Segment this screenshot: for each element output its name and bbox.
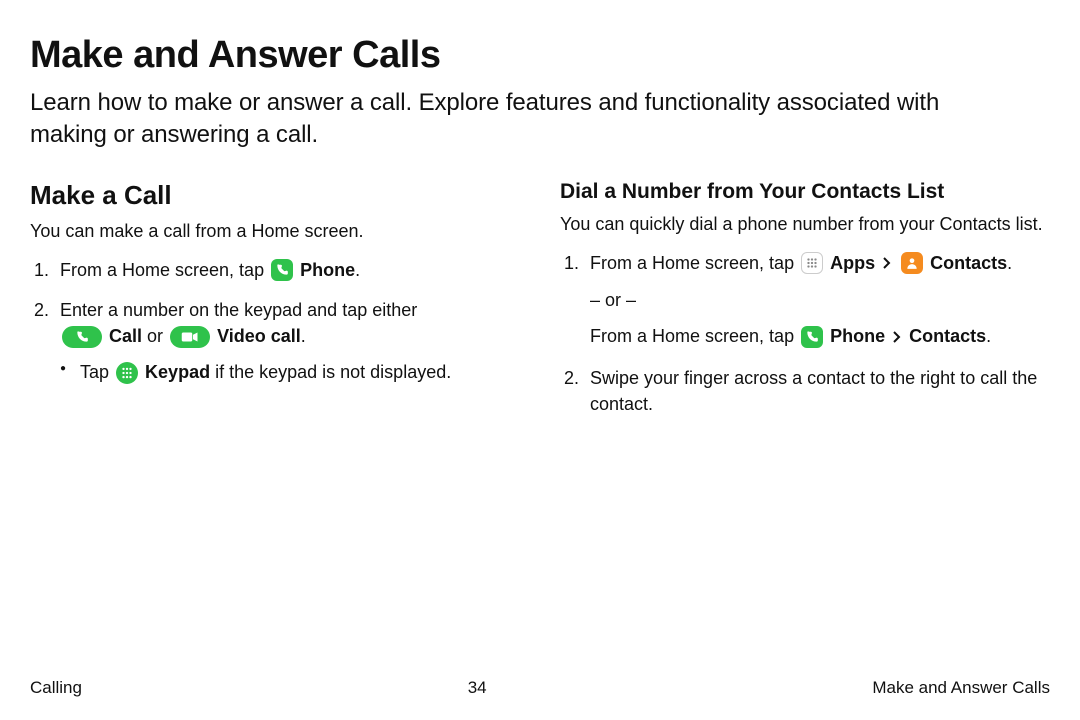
dial-contacts-steps: 1. From a Home screen, tap Apps <box>560 250 1050 417</box>
page-footer: Calling 34 Make and Answer Calls <box>30 678 1050 698</box>
page-intro: Learn how to make or answer a call. Expl… <box>30 87 1010 152</box>
step-number: 2. <box>34 297 49 323</box>
call-icon <box>62 326 102 348</box>
footer-section: Calling <box>30 678 82 698</box>
right-column: Dial a Number from Your Contacts List Yo… <box>560 180 1050 431</box>
step-text-line: Enter a number on the keypad and tap eit… <box>60 300 417 320</box>
phone-icon <box>271 259 293 281</box>
make-a-call-heading: Make a Call <box>30 180 520 211</box>
or-text: or <box>142 326 168 346</box>
bullet-post: if the keypad is not displayed. <box>210 362 451 382</box>
step-text-pre: From a Home screen, tap <box>60 260 269 280</box>
page-title: Make and Answer Calls <box>30 34 1050 77</box>
contacts-icon <box>901 252 923 274</box>
left-column: Make a Call You can make a call from a H… <box>30 180 520 431</box>
call-label: Call <box>109 326 142 346</box>
keypad-icon <box>116 362 138 384</box>
phone-label: Phone <box>300 260 355 280</box>
step-2: 2. Enter a number on the keypad and tap … <box>30 297 520 385</box>
dial-contacts-heading: Dial a Number from Your Contacts List <box>560 180 1050 204</box>
step-text: Swipe your finger across a contact to th… <box>590 368 1037 414</box>
keypad-label: Keypad <box>145 362 210 382</box>
bullet-keypad: Tap Keypad if the keypad is not displaye <box>60 359 520 385</box>
step-text-pre: From a Home screen, tap <box>590 253 799 273</box>
video-call-label: Video call <box>217 326 301 346</box>
apps-label: Apps <box>830 253 875 273</box>
dial-contacts-intro: You can quickly dial a phone number from… <box>560 212 1050 236</box>
make-a-call-intro: You can make a call from a Home screen. <box>30 219 520 243</box>
content-columns: Make a Call You can make a call from a H… <box>30 180 1050 431</box>
chevron-right-icon <box>883 250 891 276</box>
alt-path: From a Home screen, tap Phone Contacts. <box>590 323 1050 350</box>
alt-pre: From a Home screen, tap <box>590 326 799 346</box>
apps-icon <box>801 252 823 274</box>
footer-page-number: 34 <box>468 678 487 698</box>
period: . <box>1007 253 1012 273</box>
period: . <box>986 326 991 346</box>
contacts-label: Contacts <box>909 326 986 346</box>
phone-label: Phone <box>830 326 885 346</box>
chevron-right-icon <box>893 324 901 350</box>
period: . <box>301 326 306 346</box>
step-number: 1. <box>34 257 49 283</box>
step-text-post: . <box>355 260 360 280</box>
make-a-call-steps: 1. From a Home screen, tap Phone. 2. Ent… <box>30 257 520 385</box>
video-call-icon <box>170 326 210 348</box>
contacts-label: Contacts <box>930 253 1007 273</box>
step-2: 2. Swipe your finger across a contact to… <box>560 365 1050 417</box>
or-separator: – or – <box>590 287 1050 313</box>
footer-topic: Make and Answer Calls <box>872 678 1050 698</box>
step-number: 1. <box>564 250 579 276</box>
sub-bullets: Tap Keypad if the keypad is not displaye <box>60 359 520 385</box>
phone-icon <box>801 326 823 348</box>
bullet-pre: Tap <box>80 362 114 382</box>
step-1: 1. From a Home screen, tap Apps <box>560 250 1050 351</box>
step-number: 2. <box>564 365 579 391</box>
step-1: 1. From a Home screen, tap Phone. <box>30 257 520 283</box>
